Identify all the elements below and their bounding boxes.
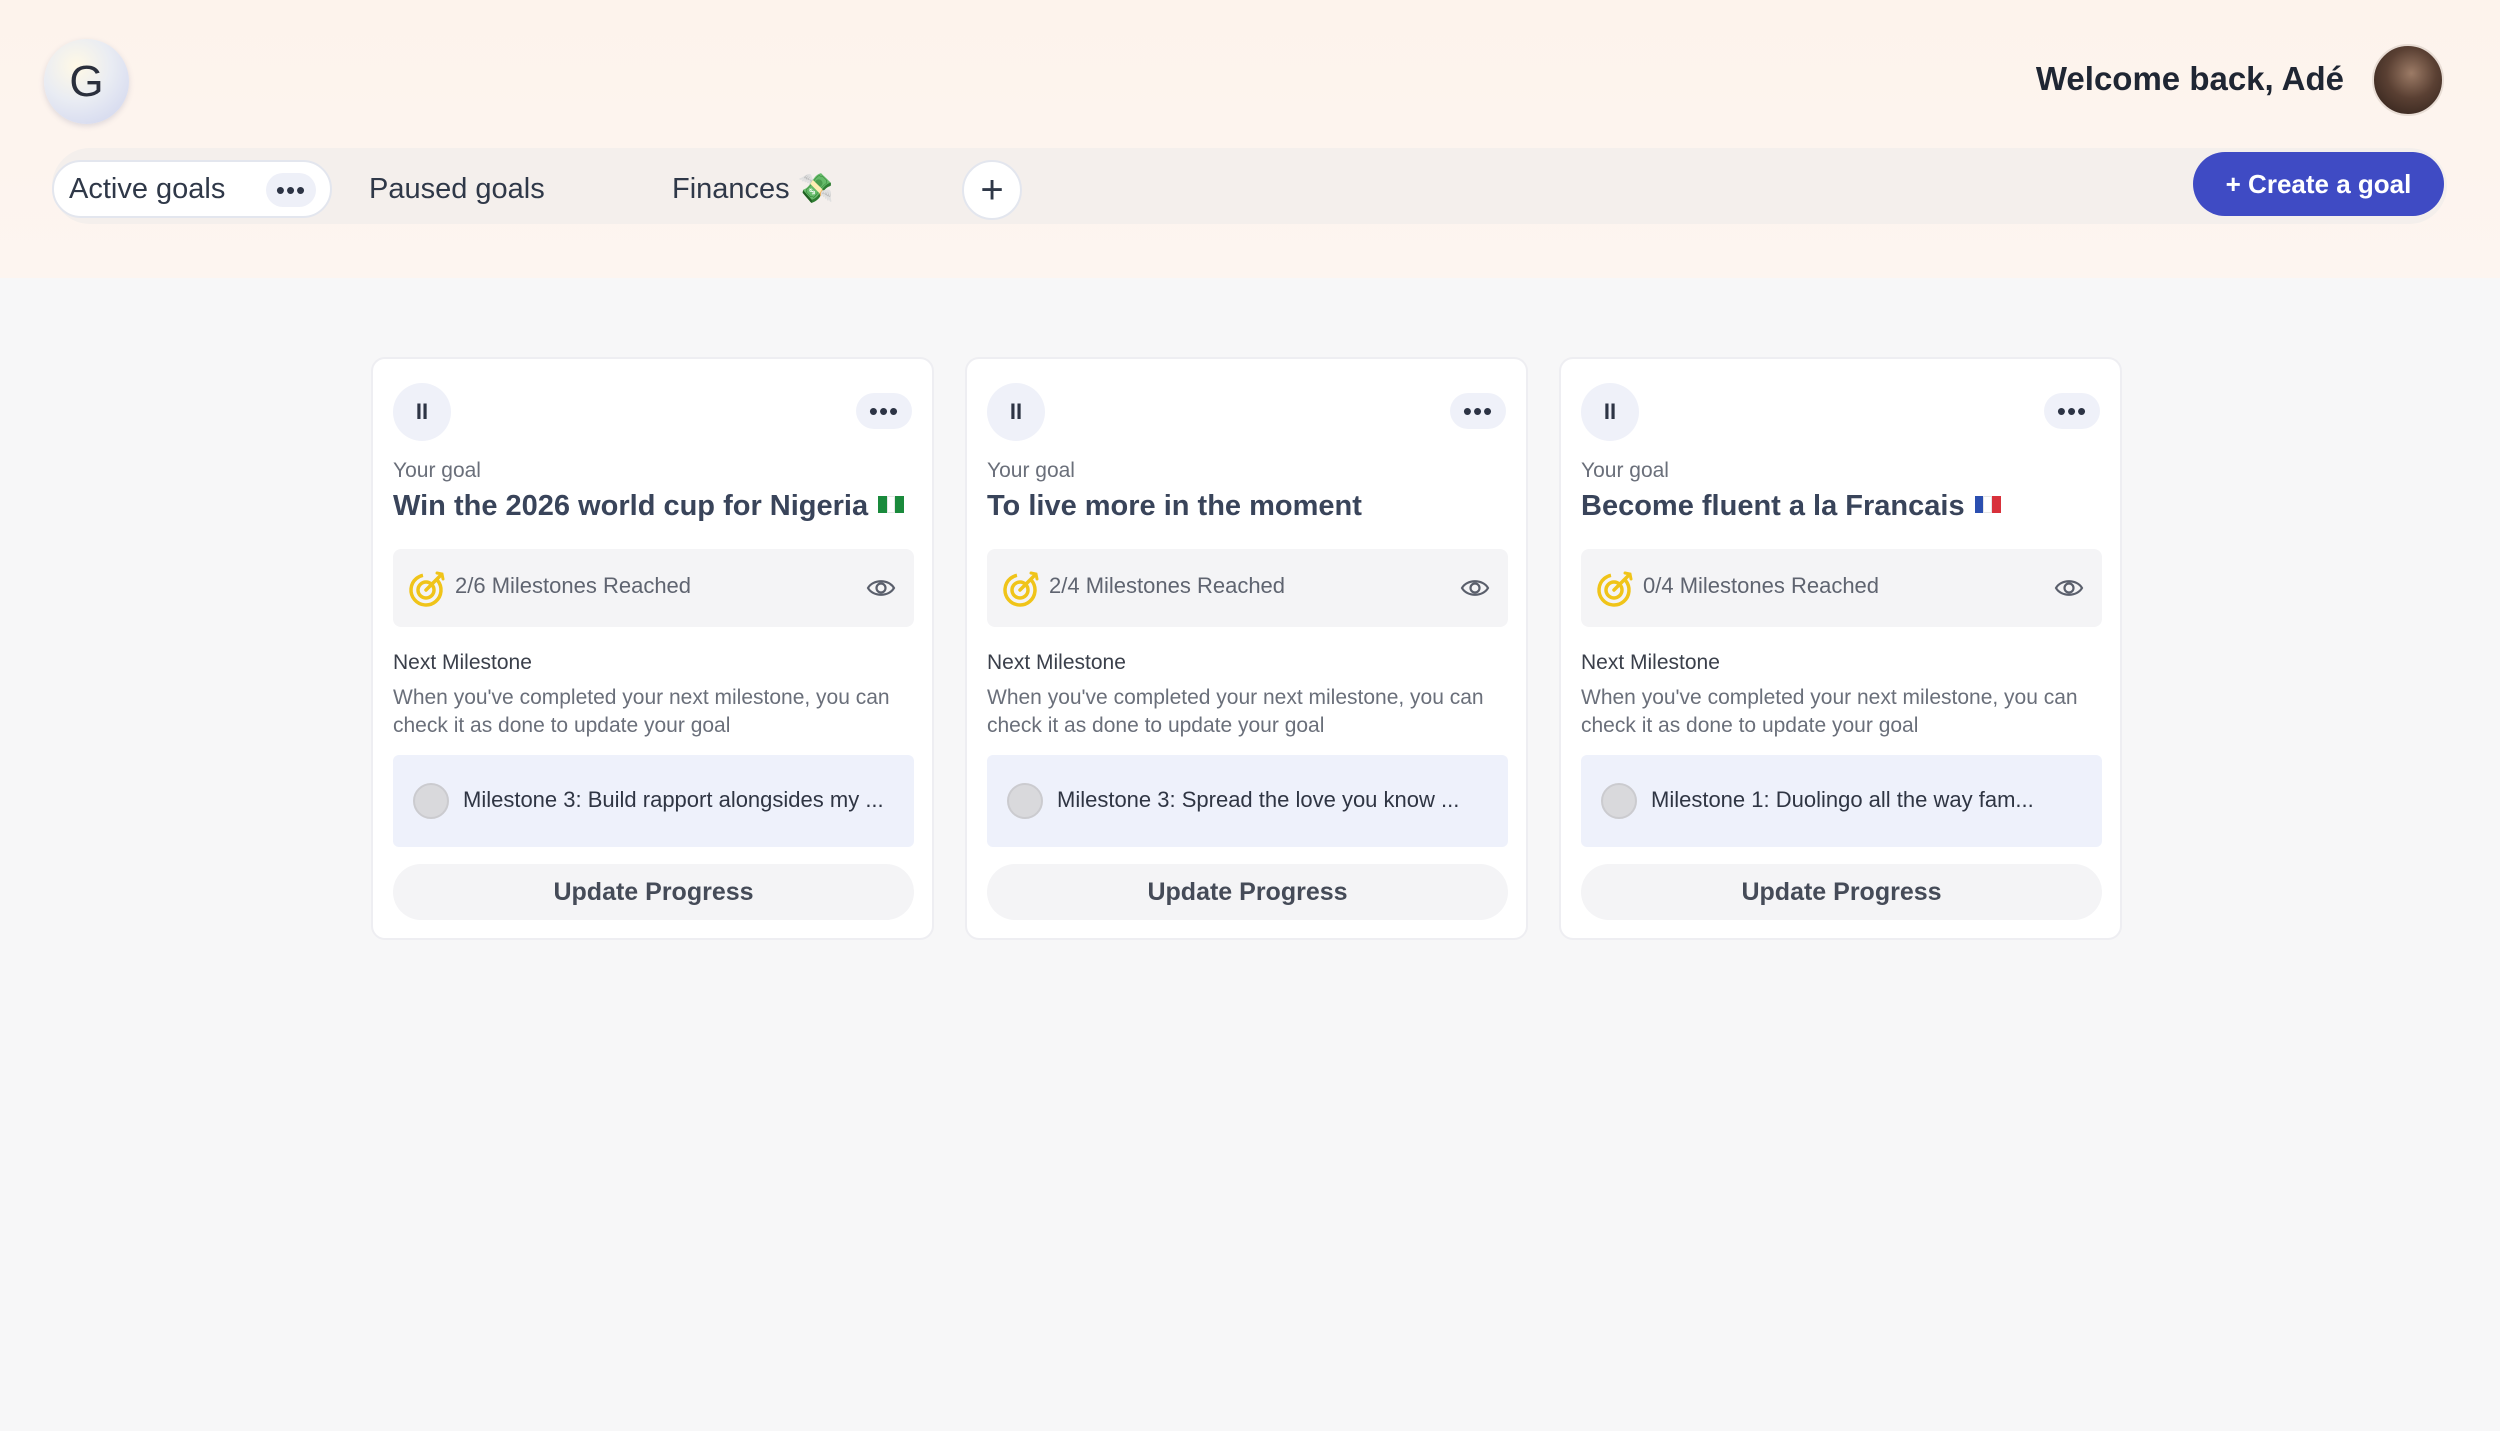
milestone-checkbox[interactable] [413, 783, 449, 819]
pause-button[interactable]: II [1581, 383, 1639, 441]
next-milestone-description: When you've completed your next mileston… [1581, 686, 2078, 737]
more-options-button[interactable]: ••• [856, 393, 912, 429]
next-milestone-item[interactable]: Milestone 3: Build rapport alongsides my… [393, 755, 914, 847]
goal-caption: Your goal [393, 459, 481, 482]
more-icon: ••• [1462, 395, 1494, 426]
goal-caption: Your goal [987, 459, 1075, 482]
eye-icon[interactable] [1460, 576, 1490, 600]
goal-caption: Your goal [1581, 459, 1669, 482]
goal-card: II ••• Your goal Become fluent a la Fran… [1559, 357, 2122, 940]
target-icon [409, 571, 445, 607]
next-milestone-text: Milestone 3: Spread the love you know ..… [1057, 787, 1460, 812]
create-goal-button[interactable]: + Create a goal [2193, 152, 2444, 216]
pause-button[interactable]: II [393, 383, 451, 441]
milestone-checkbox[interactable] [1601, 783, 1637, 819]
update-progress-button[interactable]: Update Progress [987, 864, 1508, 920]
pause-icon: II [1603, 399, 1617, 424]
goal-title: To live more in the moment [987, 490, 1362, 523]
next-milestone-text: Milestone 3: Build rapport alongsides my… [463, 787, 884, 812]
goal-card: II ••• Your goal To live more in the mom… [965, 357, 1528, 940]
pause-icon: II [415, 399, 429, 424]
pause-button[interactable]: II [987, 383, 1045, 441]
more-icon: ••• [868, 395, 900, 426]
more-options-button[interactable]: ••• [1450, 393, 1506, 429]
welcome-message: Welcome back, Adé [2035, 60, 2344, 97]
goal-title: Become fluent a la Francais [1581, 490, 2001, 523]
more-options-button[interactable]: ••• [2044, 393, 2100, 429]
eye-icon[interactable] [2054, 576, 2084, 600]
target-icon [1003, 571, 1039, 607]
app-logo[interactable]: G [44, 39, 129, 124]
pause-icon: II [1009, 399, 1023, 424]
next-milestone-label: Next Milestone [393, 651, 532, 674]
tab-label: Finances 💸 [672, 173, 834, 205]
tab-label: Active goals [69, 172, 226, 205]
milestones-summary: 2/6 Milestones Reached [393, 549, 914, 627]
update-progress-button[interactable]: Update Progress [393, 864, 914, 920]
goal-title-text: To live more in the moment [987, 490, 1362, 522]
nigeria-flag-icon [878, 495, 905, 513]
goal-title-text: Become fluent a la Francais [1581, 490, 1965, 522]
milestones-reached: 2/4 Milestones Reached [1049, 573, 1286, 598]
next-milestone-item[interactable]: Milestone 1: Duolingo all the way fam... [1581, 755, 2102, 847]
tab-label: Paused goals [369, 172, 545, 205]
target-icon [1597, 571, 1633, 607]
tab-active-goals[interactable]: Active goals ••• [52, 160, 332, 218]
milestones-summary: 0/4 Milestones Reached [1581, 549, 2102, 627]
goal-title-text: Win the 2026 world cup for Nigeria [393, 490, 869, 522]
goal-card: II ••• Your goal Win the 2026 world cup … [371, 357, 934, 940]
next-milestone-description: When you've completed your next mileston… [393, 686, 890, 737]
plus-icon: + [980, 167, 1004, 212]
milestones-reached: 0/4 Milestones Reached [1643, 573, 1880, 598]
milestones-reached: 2/6 Milestones Reached [455, 573, 692, 598]
milestone-checkbox[interactable] [1007, 783, 1043, 819]
header: G Welcome back, Adé Active goals ••• Pau… [0, 0, 2500, 278]
tab-paused-goals[interactable]: Paused goals [369, 160, 545, 218]
next-milestone-text: Milestone 1: Duolingo all the way fam... [1651, 787, 2034, 812]
add-tab-button[interactable]: + [962, 160, 1022, 220]
more-icon[interactable]: ••• [266, 173, 316, 207]
update-progress-button[interactable]: Update Progress [1581, 864, 2102, 920]
goal-title: Win the 2026 world cup for Nigeria [393, 490, 905, 523]
tab-finances[interactable]: Finances 💸 [672, 160, 834, 218]
milestones-summary: 2/4 Milestones Reached [987, 549, 1508, 627]
eye-icon[interactable] [866, 576, 896, 600]
avatar[interactable] [2372, 44, 2444, 116]
next-milestone-description: When you've completed your next mileston… [987, 686, 1484, 737]
france-flag-icon [1974, 495, 2001, 513]
more-icon: ••• [2056, 395, 2088, 426]
next-milestone-label: Next Milestone [1581, 651, 1720, 674]
next-milestone-label: Next Milestone [987, 651, 1126, 674]
next-milestone-item[interactable]: Milestone 3: Spread the love you know ..… [987, 755, 1508, 847]
